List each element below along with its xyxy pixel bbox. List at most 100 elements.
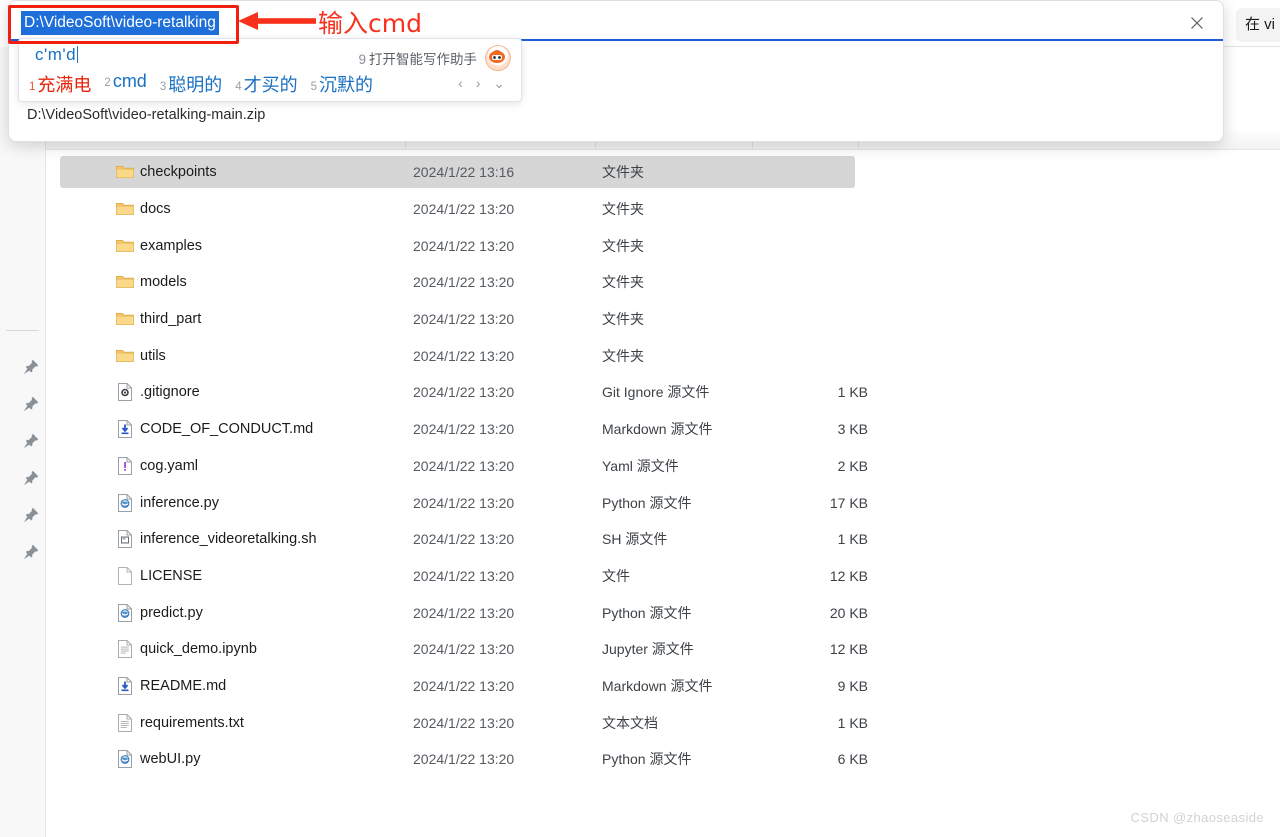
- file-row[interactable]: inference.py 2024/1/22 13:20 Python 源文件 17 …: [46, 484, 1280, 521]
- ime-candidate-number: 5: [310, 81, 318, 93]
- ime-candidate[interactable]: 5 沉默的: [311, 71, 373, 97]
- file-type: SH 源文件: [602, 531, 668, 548]
- file-modified-date: 2024/1/22 13:16: [413, 164, 515, 181]
- file-name: webUI.py: [140, 751, 201, 768]
- ime-nav-controls[interactable]: ‹ › ⌄: [449, 75, 505, 92]
- pin-icon[interactable]: [22, 543, 42, 563]
- ime-candidate-text: cmd: [112, 71, 147, 91]
- file-size: 1 KB: [837, 714, 868, 731]
- ime-candidate[interactable]: 4 才买的: [235, 71, 297, 97]
- folder-icon: [116, 347, 134, 365]
- file-row[interactable]: requirements.txt 2024/1/22 13:20 文本文档 1 KB: [46, 704, 1280, 741]
- file-row[interactable]: .gitignore 2024/1/22 13:20 Git Ignore 源文件 1…: [46, 374, 1280, 411]
- folder-icon: [116, 200, 134, 218]
- python-icon: [116, 603, 134, 622]
- folder-icon: [116, 237, 134, 255]
- file-name: examples: [140, 237, 203, 254]
- ime-candidate[interactable]: 3 聪明的: [160, 71, 222, 97]
- blank-file-icon: [116, 566, 134, 585]
- file-name: requirements.txt: [140, 714, 244, 731]
- top-strip-divider: [1222, 46, 1280, 47]
- file-type: Git Ignore 源文件: [602, 384, 710, 401]
- ime-candidate-text: 才买的: [243, 75, 298, 95]
- file-row[interactable]: webUI.py 2024/1/22 13:20 Python 源文件 6 KB: [46, 741, 1280, 778]
- file-type: Python 源文件: [602, 604, 692, 621]
- ime-candidate-text: 沉默的: [319, 75, 374, 95]
- python-icon: [116, 750, 134, 769]
- file-row[interactable]: predict.py 2024/1/22 13:20 Python 源文件 20 KB: [46, 594, 1280, 631]
- file-size: 1 KB: [837, 384, 868, 401]
- watermark: CSDN @zhaoseaside: [1130, 810, 1264, 825]
- ime-prev-page-button[interactable]: ‹: [458, 75, 463, 91]
- file-row[interactable]: README.md 2024/1/22 13:20 Markdown 源文件 9 KB: [46, 668, 1280, 705]
- file-name: third_part: [140, 311, 202, 328]
- address-input[interactable]: D:\VideoSoft\video-retalking: [21, 11, 219, 35]
- file-row[interactable]: models 2024/1/22 13:20 文件夹: [46, 264, 1280, 301]
- ime-promo-banner[interactable]: 9 打开智能写作助手: [358, 48, 477, 68]
- ime-candidate[interactable]: 2 cmd: [104, 71, 146, 92]
- folder-icon: [116, 310, 134, 328]
- file-row[interactable]: checkpoints 2024/1/22 13:16 文件夹: [46, 154, 1280, 191]
- file-modified-date: 2024/1/22 13:20: [413, 604, 515, 621]
- ime-candidate-window[interactable]: c'm'd 9 打开智能写作助手 1 充满电 2 cmd 3 聪明的 4 才买的 5 沉默的 ‹ ›…: [18, 38, 522, 102]
- file-modified-date: 2024/1/22 13:20: [413, 347, 515, 364]
- file-row[interactable]: cog.yaml 2024/1/22 13:20 Yaml 源文件 2 KB: [46, 448, 1280, 485]
- pin-icon[interactable]: [22, 506, 42, 526]
- pin-icon[interactable]: [22, 358, 42, 378]
- gitignore-icon: [116, 383, 134, 402]
- file-size: 3 KB: [837, 421, 868, 438]
- file-modified-date: 2024/1/22 13:20: [413, 494, 515, 511]
- file-row[interactable]: examples 2024/1/22 13:20 文件夹: [46, 227, 1280, 264]
- file-modified-date: 2024/1/22 13:20: [413, 751, 515, 768]
- file-size: 2 KB: [837, 457, 868, 474]
- file-name: docs: [140, 201, 171, 218]
- markdown-icon: [116, 420, 134, 439]
- pin-icon[interactable]: [22, 395, 42, 415]
- file-name: LICENSE: [140, 567, 203, 584]
- file-type: Python 源文件: [602, 494, 692, 511]
- close-icon-glyph: [1191, 17, 1203, 29]
- file-type: Jupyter 源文件: [602, 641, 694, 658]
- left-arrow-glyph: [238, 12, 316, 30]
- ime-expand-button[interactable]: ⌄: [493, 75, 505, 91]
- pin-icon[interactable]: [22, 432, 42, 452]
- file-row[interactable]: quick_demo.ipynb 2024/1/22 13:20 Jupyter 源…: [46, 631, 1280, 668]
- file-row[interactable]: docs 2024/1/22 13:20 文件夹: [46, 191, 1280, 228]
- file-row[interactable]: LICENSE 2024/1/22 13:20 文件 12 KB: [46, 558, 1280, 595]
- address-suggestion-item[interactable]: D:\VideoSoft\video-retalking-main.zip: [27, 107, 265, 123]
- ime-next-page-button[interactable]: ›: [476, 75, 481, 91]
- file-name: inference.py: [140, 494, 219, 511]
- ime-candidate-text: 聪明的: [168, 75, 223, 95]
- pin-icon[interactable]: [22, 469, 42, 489]
- file-name: predict.py: [140, 604, 203, 621]
- ime-promo-number: 9: [358, 52, 366, 67]
- ime-composition-text: c'm'd: [35, 45, 79, 65]
- text-caret: [77, 46, 79, 63]
- file-modified-date: 2024/1/22 13:20: [413, 641, 515, 658]
- file-row[interactable]: CODE_OF_CONDUCT.md 2024/1/22 13:20 Markdow…: [46, 411, 1280, 448]
- file-type: 文件夹: [602, 274, 644, 291]
- close-icon[interactable]: [1185, 13, 1209, 37]
- file-row[interactable]: utils 2024/1/22 13:20 文件夹: [46, 337, 1280, 374]
- file-row[interactable]: third_part 2024/1/22 13:20 文件夹: [46, 301, 1280, 338]
- nav-divider: [6, 330, 39, 331]
- file-modified-date: 2024/1/22 13:20: [413, 274, 515, 291]
- file-name: CODE_OF_CONDUCT.md: [140, 421, 314, 438]
- file-modified-date: 2024/1/22 13:20: [413, 421, 515, 438]
- ime-candidate-text: 充满电: [37, 75, 92, 95]
- assistant-avatar-icon[interactable]: [485, 45, 511, 71]
- ime-candidate-list[interactable]: 1 充满电 2 cmd 3 聪明的 4 才买的 5 沉默的 ‹ › ⌄: [29, 71, 513, 99]
- file-size: 6 KB: [837, 751, 868, 768]
- file-type: Markdown 源文件: [602, 421, 713, 438]
- ime-candidate-number: 4: [235, 81, 242, 93]
- file-modified-date: 2024/1/22 13:20: [413, 457, 515, 474]
- file-modified-date: 2024/1/22 13:20: [413, 384, 515, 401]
- ime-candidate[interactable]: 1 充满电: [29, 71, 91, 97]
- file-list[interactable]: checkpoints 2024/1/22 13:16 文件夹 docs 2024/1/…: [46, 154, 1280, 778]
- file-row[interactable]: inference_videoretalking.sh 2024/1/22 13:…: [46, 521, 1280, 558]
- ime-composition-value: c'm'd: [35, 45, 77, 64]
- yaml-icon: [116, 456, 134, 475]
- file-type: 文件夹: [602, 201, 644, 218]
- file-type: Yaml 源文件: [602, 457, 679, 474]
- search-scope-chip[interactable]: 在 vi: [1236, 8, 1280, 42]
